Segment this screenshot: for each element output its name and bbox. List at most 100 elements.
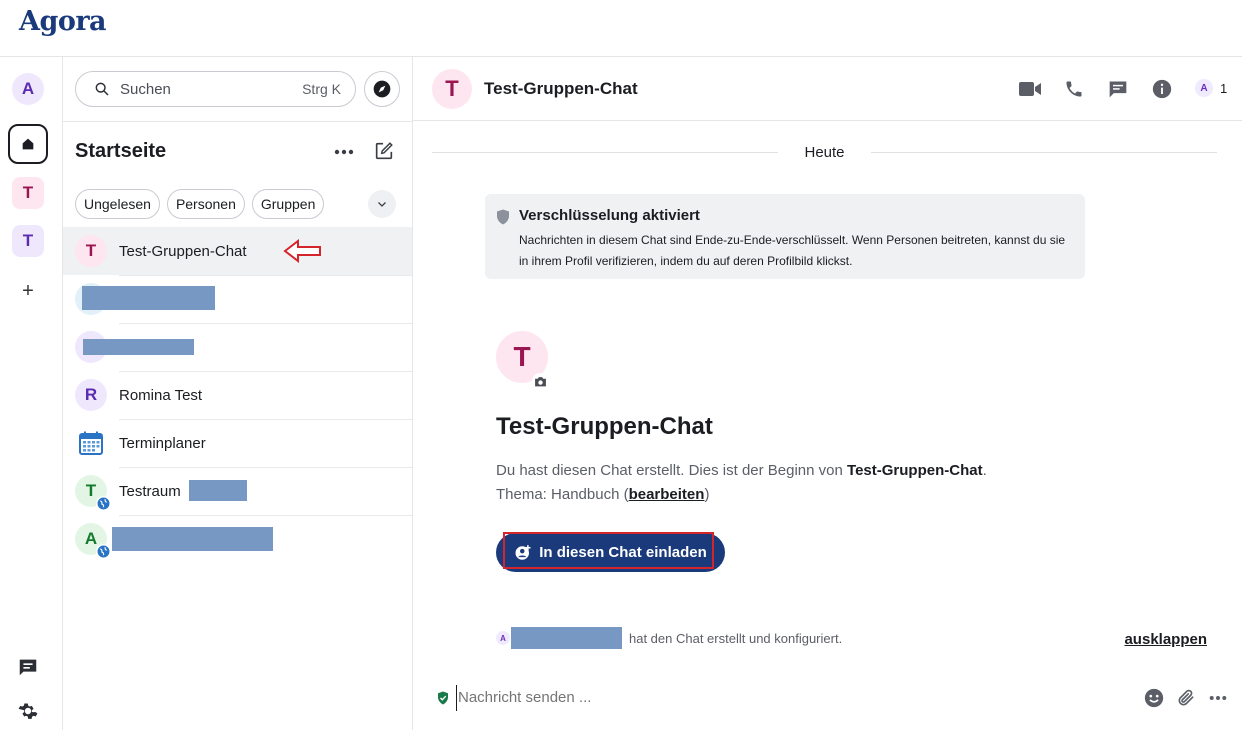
space-rail: A T T + <box>0 57 63 730</box>
filter-groups[interactable]: Gruppen <box>251 189 325 219</box>
compass-icon <box>373 80 391 98</box>
room-avatar: T <box>75 475 111 511</box>
attach-button[interactable] <box>1174 686 1198 710</box>
room-rows: T Test-Gruppen-Chat R Romina Test Termin… <box>63 227 412 563</box>
member-count-button[interactable]: A 1 <box>1195 79 1227 97</box>
room-name: Testraum <box>119 482 181 500</box>
room-item[interactable]: A <box>63 515 412 563</box>
room-item-test-gruppen-chat[interactable]: T Test-Gruppen-Chat <box>63 227 412 275</box>
add-space-button[interactable]: + <box>12 275 44 307</box>
room-name: Romina Test <box>119 386 203 404</box>
user-avatar[interactable]: A <box>12 73 44 105</box>
room-avatar: T <box>75 235 107 267</box>
brand-logo: Agora <box>19 6 107 37</box>
intro-line-prefix: Du hast diesen Chat erstellt. Dies ist d… <box>496 462 848 479</box>
encryption-body: Nachrichten in diesem Chat sind Ende-zu-… <box>519 233 1066 268</box>
camera-icon <box>534 376 546 386</box>
room-avatar: R <box>75 379 107 411</box>
emoji-icon <box>1144 688 1164 708</box>
voice-call-button[interactable] <box>1062 77 1086 101</box>
more-options-button[interactable] <box>1206 686 1230 710</box>
globe-icon <box>97 497 110 510</box>
search-shortcut: Strg K <box>302 81 341 97</box>
member-count: 1 <box>1220 80 1228 96</box>
space-item-2[interactable]: T <box>12 225 44 257</box>
gear-icon <box>18 703 38 719</box>
date-separator-label: Heute <box>804 143 845 161</box>
intro-text: Du hast diesen Chat erstellt. Dies ist d… <box>496 459 987 507</box>
room-list-options-button[interactable] <box>332 141 356 163</box>
room-created-event: A hat den Chat erstellt und konfiguriert… <box>496 627 1208 649</box>
redacted-block <box>83 339 194 355</box>
space-item-1[interactable]: T <box>12 177 44 209</box>
settings-button[interactable] <box>16 699 40 723</box>
compose-icon <box>375 142 393 160</box>
home-icon <box>22 138 34 150</box>
filter-chips: Ungelesen Personen Gruppen <box>75 189 325 219</box>
room-name: Test-Gruppen-Chat <box>119 242 247 260</box>
info-icon <box>1152 79 1172 99</box>
filter-unread[interactable]: Ungelesen <box>75 189 160 219</box>
room-list-panel: Suchen Strg K Startseite Ungelesen Perso… <box>63 57 413 730</box>
search-placeholder: Suchen <box>120 80 171 98</box>
room-avatar: A <box>75 523 111 559</box>
divider <box>63 121 413 122</box>
threads-button[interactable] <box>16 655 40 679</box>
edit-topic-link[interactable]: bearbeiten <box>629 486 705 503</box>
room-item[interactable] <box>63 323 412 371</box>
redacted-block <box>511 627 622 649</box>
paperclip-icon <box>1178 689 1194 706</box>
event-text: hat den Chat erstellt und konfiguriert. <box>629 630 843 646</box>
chat-bubble-icon <box>1109 81 1127 98</box>
public-room-badge <box>96 544 111 559</box>
room-item-terminplaner[interactable]: Terminplaner <box>63 419 412 467</box>
room-info-button[interactable] <box>1150 77 1174 101</box>
room-title[interactable]: Test-Gruppen-Chat <box>484 79 638 99</box>
public-room-badge <box>96 496 111 511</box>
topic-prefix: Thema: Handbuch ( <box>496 486 629 503</box>
calendar-icon <box>79 431 103 455</box>
date-separator: Heute <box>432 139 1217 165</box>
room-avatar <box>75 427 107 459</box>
video-camera-icon <box>1019 82 1041 96</box>
video-call-button[interactable] <box>1018 77 1042 101</box>
explore-rooms-button[interactable] <box>364 71 400 107</box>
room-item-testraum[interactable]: T Testraum <box>63 467 412 515</box>
topic-suffix: ) <box>704 486 710 503</box>
filter-people[interactable]: Personen <box>166 189 245 219</box>
chat-bubble-icon <box>19 659 37 676</box>
home-button[interactable] <box>8 124 48 164</box>
globe-icon <box>97 545 110 558</box>
redacted-block <box>189 480 247 501</box>
verified-shield-icon <box>438 691 448 705</box>
intro-title: Test-Gruppen-Chat <box>496 413 713 440</box>
room-avatar-initial: A <box>84 529 98 548</box>
expand-events-link[interactable]: ausklappen <box>1124 631 1207 648</box>
room-avatar[interactable]: T <box>432 69 472 109</box>
compose-button[interactable] <box>372 139 396 163</box>
top-bar: Agora <box>0 0 1242 57</box>
chat-panel: T Test-Gruppen-Chat A 1 Heute Verschlüss… <box>413 57 1242 730</box>
message-input[interactable] <box>456 685 1096 711</box>
room-avatar-initial: T <box>85 481 97 500</box>
search-icon <box>95 82 109 96</box>
more-filters-button[interactable] <box>368 190 396 218</box>
intro-line-suffix: . <box>982 462 987 479</box>
more-horizontal-icon <box>334 149 354 155</box>
encryption-title: Verschlüsselung aktiviert <box>519 207 700 224</box>
room-item-romina-test[interactable]: R Romina Test <box>63 371 412 419</box>
room-item[interactable] <box>63 275 412 323</box>
intro-room-name: Test-Gruppen-Chat <box>847 462 983 479</box>
phone-icon <box>1066 81 1082 97</box>
room-name: Terminplaner <box>119 434 206 452</box>
chevron-down-icon <box>378 202 386 207</box>
emoji-button[interactable] <box>1142 686 1166 710</box>
threads-button[interactable] <box>1106 77 1130 101</box>
member-avatar: A <box>1195 79 1213 97</box>
shield-icon <box>497 209 509 225</box>
search-box[interactable]: Suchen Strg K <box>75 71 356 107</box>
highlight-box <box>503 532 714 569</box>
room-list-title: Startseite <box>75 140 167 162</box>
change-avatar-button[interactable] <box>532 373 548 389</box>
sender-avatar: A <box>496 631 510 645</box>
